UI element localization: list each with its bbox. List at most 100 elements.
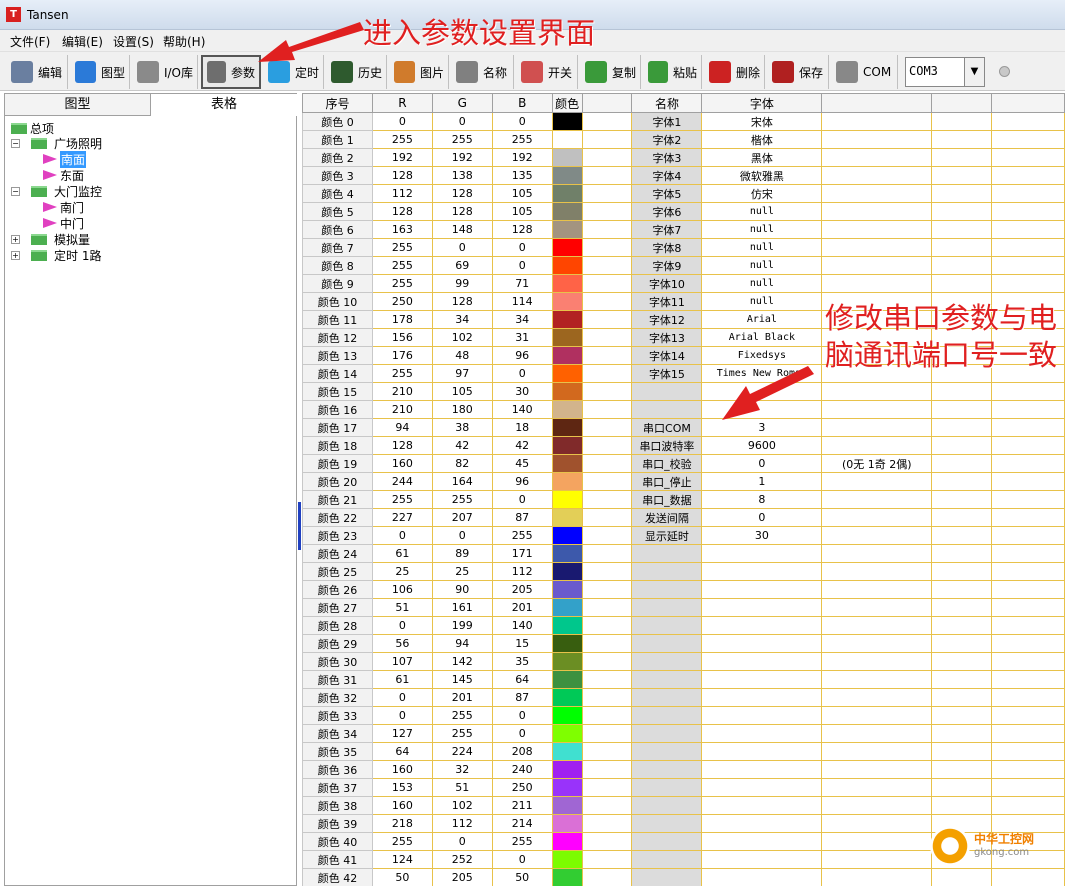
r-cell[interactable]: 255 [371, 238, 433, 257]
b-cell[interactable]: 18 [491, 418, 553, 437]
b-cell[interactable]: 255 [491, 832, 553, 851]
param-value-cell[interactable] [701, 670, 823, 689]
toolbar-button-chart[interactable]: 历史 [327, 55, 387, 89]
table-row[interactable]: 颜色 1 255 255 255 字体2 楷体 [302, 130, 1065, 149]
param-value-cell[interactable]: 0 [701, 454, 823, 473]
r-cell[interactable]: 176 [371, 346, 433, 365]
menu-item-1[interactable]: 编辑(E) [62, 33, 103, 50]
g-cell[interactable]: 0 [431, 112, 493, 131]
r-cell[interactable]: 244 [371, 472, 433, 491]
param-value-cell[interactable]: Arial Black [701, 328, 823, 347]
b-cell[interactable]: 45 [491, 454, 553, 473]
param-value-cell[interactable]: 30 [701, 526, 823, 545]
g-cell[interactable]: 105 [431, 382, 493, 401]
table-row[interactable]: 颜色 21 255 255 0 串口_数据 8 [302, 490, 1065, 509]
g-cell[interactable]: 90 [431, 580, 493, 599]
g-cell[interactable]: 25 [431, 562, 493, 581]
com-port-select[interactable]: COM3 ▼ [905, 57, 985, 87]
b-cell[interactable]: 255 [491, 526, 553, 545]
param-value-cell[interactable]: null [701, 256, 823, 275]
b-cell[interactable]: 96 [491, 472, 553, 491]
param-value-cell[interactable] [701, 634, 823, 653]
tree-group[interactable]: − 广场照明 [11, 135, 102, 151]
table-row[interactable]: 颜色 15 210 105 30 [302, 382, 1065, 401]
r-cell[interactable]: 61 [371, 670, 433, 689]
column-header[interactable] [821, 93, 933, 113]
g-cell[interactable]: 199 [431, 616, 493, 635]
param-value-cell[interactable]: 8 [701, 490, 823, 509]
r-cell[interactable]: 192 [371, 148, 433, 167]
chevron-down-icon[interactable]: ▼ [964, 58, 984, 86]
b-cell[interactable]: 42 [491, 436, 553, 455]
b-cell[interactable]: 112 [491, 562, 553, 581]
param-value-cell[interactable] [701, 382, 823, 401]
r-cell[interactable]: 0 [371, 688, 433, 707]
r-cell[interactable]: 0 [371, 112, 433, 131]
tree-leaf[interactable]: 东面 [41, 167, 84, 183]
column-header[interactable]: R [371, 93, 433, 113]
table-row[interactable]: 颜色 23 0 0 255 显示延时 30 [302, 526, 1065, 545]
toolbar-button-copy[interactable]: 复制 [581, 55, 641, 89]
param-value-cell[interactable]: 1 [701, 472, 823, 491]
r-cell[interactable]: 0 [371, 706, 433, 725]
column-header[interactable]: 颜色 [551, 93, 583, 113]
param-value-cell[interactable] [701, 742, 823, 761]
g-cell[interactable]: 201 [431, 688, 493, 707]
column-header[interactable]: B [491, 93, 553, 113]
r-cell[interactable]: 56 [371, 634, 433, 653]
r-cell[interactable]: 128 [371, 202, 433, 221]
table-row[interactable]: 颜色 17 94 38 18 串口COM 3 [302, 418, 1065, 437]
column-header[interactable]: 名称 [631, 93, 703, 113]
g-cell[interactable]: 38 [431, 418, 493, 437]
column-header[interactable]: 字体 [701, 93, 823, 113]
menu-item-0[interactable]: 文件(F) [10, 33, 50, 50]
b-cell[interactable]: 140 [491, 400, 553, 419]
param-value-cell[interactable] [701, 598, 823, 617]
tree-leaf[interactable]: 南面 [41, 150, 87, 168]
g-cell[interactable]: 102 [431, 328, 493, 347]
param-value-cell[interactable]: 楷体 [701, 130, 823, 149]
g-cell[interactable]: 0 [431, 832, 493, 851]
b-cell[interactable]: 0 [491, 238, 553, 257]
param-value-cell[interactable]: null [701, 202, 823, 221]
b-cell[interactable]: 0 [491, 850, 553, 869]
column-header[interactable]: 序号 [302, 93, 373, 113]
g-cell[interactable]: 145 [431, 670, 493, 689]
param-value-cell[interactable] [701, 400, 823, 419]
b-cell[interactable]: 171 [491, 544, 553, 563]
param-value-cell[interactable] [701, 706, 823, 725]
tree-group[interactable]: + 定时 1路 [11, 247, 101, 263]
r-cell[interactable]: 250 [371, 292, 433, 311]
menu-item-3[interactable]: 帮助(H) [163, 33, 205, 50]
param-value-cell[interactable] [701, 616, 823, 635]
table-row[interactable]: 颜色 29 56 94 15 [302, 634, 1065, 653]
collapse-icon[interactable]: − [11, 186, 20, 196]
b-cell[interactable]: 96 [491, 346, 553, 365]
b-cell[interactable]: 0 [491, 112, 553, 131]
b-cell[interactable]: 0 [491, 724, 553, 743]
param-value-cell[interactable]: 9600 [701, 436, 823, 455]
b-cell[interactable]: 128 [491, 220, 553, 239]
table-row[interactable]: 颜色 4 112 128 105 字体5 仿宋 [302, 184, 1065, 203]
g-cell[interactable]: 89 [431, 544, 493, 563]
r-cell[interactable]: 255 [371, 256, 433, 275]
param-value-cell[interactable]: null [701, 220, 823, 239]
table-row[interactable]: 颜色 36 160 32 240 [302, 760, 1065, 779]
table-row[interactable]: 颜色 9 255 99 71 字体10 null [302, 274, 1065, 293]
r-cell[interactable]: 255 [371, 130, 433, 149]
g-cell[interactable]: 255 [431, 130, 493, 149]
menu-item-2[interactable]: 设置(S) [113, 33, 154, 50]
r-cell[interactable]: 0 [371, 526, 433, 545]
g-cell[interactable]: 255 [431, 724, 493, 743]
table-row[interactable]: 颜色 5 128 128 105 字体6 null [302, 202, 1065, 221]
r-cell[interactable]: 160 [371, 760, 433, 779]
r-cell[interactable]: 255 [371, 274, 433, 293]
toolbar-button-switch[interactable]: 开关 [517, 55, 578, 89]
toolbar-button-picture[interactable]: 图片 [390, 55, 449, 89]
b-cell[interactable]: 140 [491, 616, 553, 635]
b-cell[interactable]: 240 [491, 760, 553, 779]
table-row[interactable]: 颜色 20 244 164 96 串口_停止 1 [302, 472, 1065, 491]
b-cell[interactable]: 205 [491, 580, 553, 599]
table-row[interactable]: 颜色 7 255 0 0 字体8 null [302, 238, 1065, 257]
tree-group[interactable]: + 模拟量 [11, 231, 90, 247]
